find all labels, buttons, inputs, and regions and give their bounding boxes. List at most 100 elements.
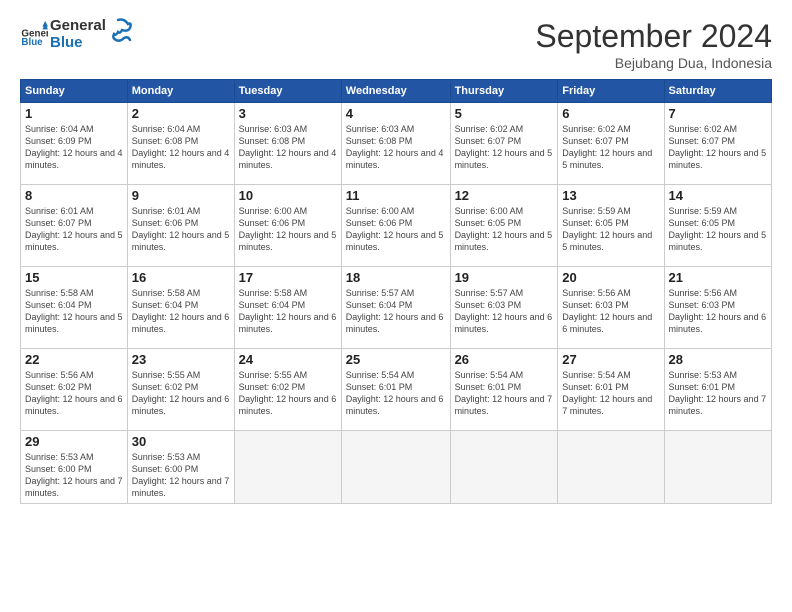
day-info: Sunrise: 6:02 AM Sunset: 6:07 PM Dayligh…	[562, 123, 659, 172]
day-info: Sunrise: 5:55 AM Sunset: 6:02 PM Dayligh…	[239, 369, 337, 418]
table-row: 16 Sunrise: 5:58 AM Sunset: 6:04 PM Dayl…	[127, 267, 234, 349]
day-info: Sunrise: 5:57 AM Sunset: 6:04 PM Dayligh…	[346, 287, 446, 336]
table-row: 11 Sunrise: 6:00 AM Sunset: 6:06 PM Dayl…	[341, 185, 450, 267]
day-info: Sunrise: 5:54 AM Sunset: 6:01 PM Dayligh…	[455, 369, 554, 418]
day-number: 15	[25, 270, 123, 285]
location: Bejubang Dua, Indonesia	[535, 55, 772, 71]
table-row: 17 Sunrise: 5:58 AM Sunset: 6:04 PM Dayl…	[234, 267, 341, 349]
table-row: 29 Sunrise: 5:53 AM Sunset: 6:00 PM Dayl…	[21, 431, 128, 504]
calendar-page: General Blue General Blue September 2024…	[0, 0, 792, 612]
day-info: Sunrise: 5:56 AM Sunset: 6:03 PM Dayligh…	[669, 287, 767, 336]
title-block: September 2024 Bejubang Dua, Indonesia	[535, 18, 772, 71]
day-number: 14	[669, 188, 767, 203]
day-number: 26	[455, 352, 554, 367]
day-number: 30	[132, 434, 230, 449]
day-number: 2	[132, 106, 230, 121]
day-number: 7	[669, 106, 767, 121]
col-monday: Monday	[127, 80, 234, 103]
table-row: 5 Sunrise: 6:02 AM Sunset: 6:07 PM Dayli…	[450, 103, 558, 185]
day-number: 29	[25, 434, 123, 449]
col-wednesday: Wednesday	[341, 80, 450, 103]
logo-icon: General Blue	[20, 21, 48, 49]
day-info: Sunrise: 5:58 AM Sunset: 6:04 PM Dayligh…	[25, 287, 123, 336]
day-info: Sunrise: 6:02 AM Sunset: 6:07 PM Dayligh…	[455, 123, 554, 172]
table-row: 23 Sunrise: 5:55 AM Sunset: 6:02 PM Dayl…	[127, 349, 234, 431]
day-info: Sunrise: 5:54 AM Sunset: 6:01 PM Dayligh…	[562, 369, 659, 418]
day-number: 17	[239, 270, 337, 285]
day-info: Sunrise: 5:54 AM Sunset: 6:01 PM Dayligh…	[346, 369, 446, 418]
day-number: 11	[346, 188, 446, 203]
col-friday: Friday	[558, 80, 664, 103]
table-row: 3 Sunrise: 6:03 AM Sunset: 6:08 PM Dayli…	[234, 103, 341, 185]
day-number: 1	[25, 106, 123, 121]
table-row: 24 Sunrise: 5:55 AM Sunset: 6:02 PM Dayl…	[234, 349, 341, 431]
day-number: 13	[562, 188, 659, 203]
day-info: Sunrise: 5:59 AM Sunset: 6:05 PM Dayligh…	[669, 205, 767, 254]
calendar-table: Sunday Monday Tuesday Wednesday Thursday…	[20, 79, 772, 504]
day-info: Sunrise: 6:01 AM Sunset: 6:07 PM Dayligh…	[25, 205, 123, 254]
table-row: 13 Sunrise: 5:59 AM Sunset: 6:05 PM Dayl…	[558, 185, 664, 267]
day-info: Sunrise: 5:58 AM Sunset: 6:04 PM Dayligh…	[132, 287, 230, 336]
table-row	[558, 431, 664, 504]
table-row: 15 Sunrise: 5:58 AM Sunset: 6:04 PM Dayl…	[21, 267, 128, 349]
day-number: 22	[25, 352, 123, 367]
table-row: 26 Sunrise: 5:54 AM Sunset: 6:01 PM Dayl…	[450, 349, 558, 431]
day-number: 19	[455, 270, 554, 285]
day-number: 12	[455, 188, 554, 203]
table-row: 4 Sunrise: 6:03 AM Sunset: 6:08 PM Dayli…	[341, 103, 450, 185]
day-info: Sunrise: 5:55 AM Sunset: 6:02 PM Dayligh…	[132, 369, 230, 418]
table-row	[341, 431, 450, 504]
day-number: 24	[239, 352, 337, 367]
day-number: 10	[239, 188, 337, 203]
table-row: 19 Sunrise: 5:57 AM Sunset: 6:03 PM Dayl…	[450, 267, 558, 349]
day-number: 6	[562, 106, 659, 121]
day-number: 20	[562, 270, 659, 285]
table-row: 22 Sunrise: 5:56 AM Sunset: 6:02 PM Dayl…	[21, 349, 128, 431]
day-number: 18	[346, 270, 446, 285]
logo-general: General	[50, 18, 106, 35]
day-info: Sunrise: 5:53 AM Sunset: 6:00 PM Dayligh…	[132, 451, 230, 500]
col-saturday: Saturday	[664, 80, 771, 103]
day-info: Sunrise: 5:53 AM Sunset: 6:01 PM Dayligh…	[669, 369, 767, 418]
day-number: 21	[669, 270, 767, 285]
table-row: 14 Sunrise: 5:59 AM Sunset: 6:05 PM Dayl…	[664, 185, 771, 267]
day-info: Sunrise: 6:00 AM Sunset: 6:06 PM Dayligh…	[239, 205, 337, 254]
day-info: Sunrise: 5:58 AM Sunset: 6:04 PM Dayligh…	[239, 287, 337, 336]
table-row	[450, 431, 558, 504]
col-sunday: Sunday	[21, 80, 128, 103]
day-number: 27	[562, 352, 659, 367]
table-row: 25 Sunrise: 5:54 AM Sunset: 6:01 PM Dayl…	[341, 349, 450, 431]
day-info: Sunrise: 5:57 AM Sunset: 6:03 PM Dayligh…	[455, 287, 554, 336]
col-tuesday: Tuesday	[234, 80, 341, 103]
day-info: Sunrise: 6:02 AM Sunset: 6:07 PM Dayligh…	[669, 123, 767, 172]
table-row: 6 Sunrise: 6:02 AM Sunset: 6:07 PM Dayli…	[558, 103, 664, 185]
col-thursday: Thursday	[450, 80, 558, 103]
table-row: 2 Sunrise: 6:04 AM Sunset: 6:08 PM Dayli…	[127, 103, 234, 185]
table-row: 28 Sunrise: 5:53 AM Sunset: 6:01 PM Dayl…	[664, 349, 771, 431]
day-info: Sunrise: 6:04 AM Sunset: 6:09 PM Dayligh…	[25, 123, 123, 172]
table-row: 21 Sunrise: 5:56 AM Sunset: 6:03 PM Dayl…	[664, 267, 771, 349]
day-info: Sunrise: 5:56 AM Sunset: 6:02 PM Dayligh…	[25, 369, 123, 418]
table-row: 27 Sunrise: 5:54 AM Sunset: 6:01 PM Dayl…	[558, 349, 664, 431]
table-row	[234, 431, 341, 504]
day-number: 3	[239, 106, 337, 121]
table-row: 1 Sunrise: 6:04 AM Sunset: 6:09 PM Dayli…	[21, 103, 128, 185]
day-number: 25	[346, 352, 446, 367]
day-info: Sunrise: 5:56 AM Sunset: 6:03 PM Dayligh…	[562, 287, 659, 336]
day-info: Sunrise: 6:03 AM Sunset: 6:08 PM Dayligh…	[239, 123, 337, 172]
table-row: 18 Sunrise: 5:57 AM Sunset: 6:04 PM Dayl…	[341, 267, 450, 349]
logo: General Blue General Blue	[20, 18, 132, 51]
table-row: 30 Sunrise: 5:53 AM Sunset: 6:00 PM Dayl…	[127, 431, 234, 504]
day-info: Sunrise: 6:00 AM Sunset: 6:06 PM Dayligh…	[346, 205, 446, 254]
day-number: 16	[132, 270, 230, 285]
day-number: 23	[132, 352, 230, 367]
day-info: Sunrise: 6:04 AM Sunset: 6:08 PM Dayligh…	[132, 123, 230, 172]
table-row: 12 Sunrise: 6:00 AM Sunset: 6:05 PM Dayl…	[450, 185, 558, 267]
day-info: Sunrise: 6:01 AM Sunset: 6:06 PM Dayligh…	[132, 205, 230, 254]
header: General Blue General Blue September 2024…	[20, 18, 772, 71]
day-info: Sunrise: 5:59 AM Sunset: 6:05 PM Dayligh…	[562, 205, 659, 254]
day-info: Sunrise: 6:00 AM Sunset: 6:05 PM Dayligh…	[455, 205, 554, 254]
day-number: 5	[455, 106, 554, 121]
logo-bird-icon	[110, 18, 132, 48]
day-info: Sunrise: 5:53 AM Sunset: 6:00 PM Dayligh…	[25, 451, 123, 500]
